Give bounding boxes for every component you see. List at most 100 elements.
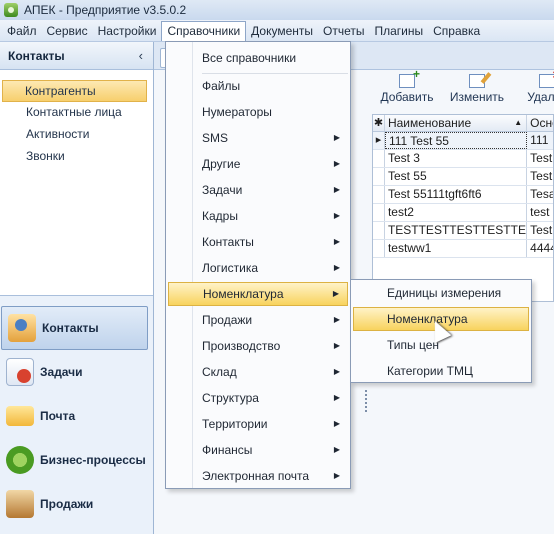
submenu-item-tmc-categories[interactable]: Категории ТМЦ (353, 359, 529, 383)
nav-item-calls[interactable]: Звонки (2, 146, 147, 168)
sort-ascending-icon: ▲ (514, 118, 523, 127)
module-business-processes[interactable]: Бизнес-процессы (0, 438, 154, 482)
menu-item-warehouse[interactable]: Склад ▶ (168, 360, 348, 384)
app-logo-icon (4, 3, 18, 17)
module-sales[interactable]: Продажи (0, 482, 154, 526)
delete-icon (539, 67, 554, 88)
menu-directories[interactable]: Справочники (161, 20, 247, 41)
menu-item-production[interactable]: Производство ▶ (168, 334, 348, 358)
collapse-chevron-icon[interactable]: ‹ (139, 48, 143, 63)
menu-bar: Файл Сервис Настройки Справочники Докуме… (0, 20, 554, 42)
column-header-name-label: Наименование (387, 116, 472, 130)
table-cell[interactable]: Test 55111tgft6ft6 (385, 186, 528, 203)
module-contacts[interactable]: Контакты (1, 306, 148, 350)
column-header-basis[interactable]: Осно (527, 115, 553, 131)
table-cell[interactable]: testww1 (385, 240, 528, 257)
table-cell[interactable]: test (527, 204, 553, 221)
edit-button-label: Изменить (449, 90, 505, 104)
column-header-name[interactable]: Наименование ▲ (385, 115, 528, 131)
menu-item-other[interactable]: Другие ▶ (168, 152, 348, 176)
menu-reports[interactable]: Отчеты (318, 21, 369, 41)
table-cell[interactable]: 111 Test 55 (384, 132, 528, 149)
menu-item-territories[interactable]: Территории ▶ (168, 412, 348, 436)
menu-help[interactable]: Справка (428, 21, 485, 41)
menu-item-tasks[interactable]: Задачи ▶ (168, 178, 348, 202)
module-label: Задачи (40, 365, 83, 379)
table-cell[interactable]: 111 (527, 132, 553, 149)
left-panel: Контакты ‹ Контрагенты Контактные лица А… (0, 42, 154, 534)
menu-item-logistics[interactable]: Логистика ▶ (168, 256, 348, 280)
menu-item-nomenclature[interactable]: Номенклатура ▶ (168, 282, 348, 306)
grid-header: ✱ Наименование ▲ Осно (373, 115, 553, 132)
submenu-arrow-icon: ▶ (332, 289, 339, 298)
table-cell[interactable]: test2 (385, 204, 528, 221)
splitter-grip[interactable] (365, 390, 368, 412)
module-tasks[interactable]: Задачи (0, 350, 154, 394)
row-indicator-header[interactable]: ✱ (373, 115, 385, 131)
module-mail[interactable]: Почта (0, 394, 154, 438)
toolbar: Добавить Изменить Удалит (372, 67, 554, 110)
table-cell[interactable]: Test (527, 168, 553, 185)
module-label: Продажи (40, 497, 94, 511)
left-panel-header: Контакты ‹ (0, 42, 153, 70)
edit-button[interactable]: Изменить (442, 74, 512, 110)
menu-service[interactable]: Сервис (42, 21, 93, 41)
data-grid: ✱ Наименование ▲ Осно ▸ 111 Test 55 111 … (372, 114, 554, 302)
delete-button[interactable]: Удалит (512, 67, 554, 110)
add-button[interactable]: Добавить (372, 67, 442, 110)
table-cell[interactable]: Tesa (527, 186, 553, 203)
menu-item-sms[interactable]: SMS ▶ (168, 126, 348, 150)
table-row[interactable]: Test 55111tgft6ft6 Tesa (373, 186, 553, 204)
nav-item-contact-persons[interactable]: Контактные лица (2, 102, 147, 124)
submenu-arrow-icon: ▶ (333, 237, 340, 246)
menu-item-sales[interactable]: Продажи ▶ (168, 308, 348, 332)
table-row[interactable]: testww1 4444 (373, 240, 553, 258)
menu-item-all-directories[interactable]: Все справочники (168, 46, 348, 70)
submenu-arrow-icon: ▶ (333, 159, 340, 168)
directories-dropdown-menu: Все справочники Файлы Нумераторы SMS ▶ Др… (165, 41, 351, 489)
menu-item-files[interactable]: Файлы (168, 74, 348, 98)
nav-item-counterparties[interactable]: Контрагенты (2, 80, 147, 102)
gear-icon (6, 446, 34, 474)
table-cell[interactable]: Test (527, 150, 553, 167)
table-cell[interactable]: 4444 (527, 240, 553, 257)
submenu-arrow-icon: ▶ (333, 471, 340, 480)
contacts-icon (8, 314, 36, 342)
title-bar: АПЕК - Предприятие v3.5.0.2 (0, 0, 554, 20)
menu-item-contacts[interactable]: Контакты ▶ (168, 230, 348, 254)
menu-item-finance[interactable]: Финансы ▶ (168, 438, 348, 462)
submenu-arrow-icon: ▶ (333, 419, 340, 428)
table-cell[interactable]: Test 3 (385, 150, 528, 167)
module-label: Бизнес-процессы (40, 453, 146, 467)
table-row[interactable]: Test 55 Test (373, 168, 553, 186)
table-row[interactable]: TESTTESTTESTTESTTEST Test (373, 222, 553, 240)
tasks-icon (6, 358, 34, 386)
table-cell[interactable]: Test 55 (385, 168, 528, 185)
mail-icon (6, 406, 34, 426)
table-row[interactable]: ▸ 111 Test 55 111 (373, 132, 553, 150)
module-label: Почта (40, 409, 76, 423)
submenu-arrow-icon: ▶ (333, 393, 340, 402)
table-row[interactable]: test2 test (373, 204, 553, 222)
submenu-arrow-icon: ▶ (333, 185, 340, 194)
submenu-arrow-icon: ▶ (333, 445, 340, 454)
menu-documents[interactable]: Документы (246, 21, 318, 41)
submenu-arrow-icon: ▶ (333, 341, 340, 350)
nav-item-activities[interactable]: Активности (2, 124, 147, 146)
add-button-label: Добавить (380, 90, 434, 104)
add-icon (399, 67, 420, 88)
menu-item-email[interactable]: Электронная почта ▶ (168, 464, 348, 488)
menu-item-personnel[interactable]: Кадры ▶ (168, 204, 348, 228)
submenu-item-units[interactable]: Единицы измерения (353, 281, 529, 305)
menu-item-numerators[interactable]: Нумераторы (168, 100, 348, 124)
menu-item-structure[interactable]: Структура ▶ (168, 386, 348, 410)
delete-button-label: Удалит (527, 90, 554, 104)
submenu-arrow-icon: ▶ (333, 315, 340, 324)
menu-plugins[interactable]: Плагины (370, 21, 429, 41)
nav-list: Контрагенты Контактные лица Активности З… (0, 70, 153, 296)
menu-file[interactable]: Файл (2, 21, 42, 41)
table-cell[interactable]: Test (527, 222, 553, 239)
menu-settings[interactable]: Настройки (93, 21, 162, 41)
table-row[interactable]: Test 3 Test (373, 150, 553, 168)
table-cell[interactable]: TESTTESTTESTTESTTEST (385, 222, 528, 239)
